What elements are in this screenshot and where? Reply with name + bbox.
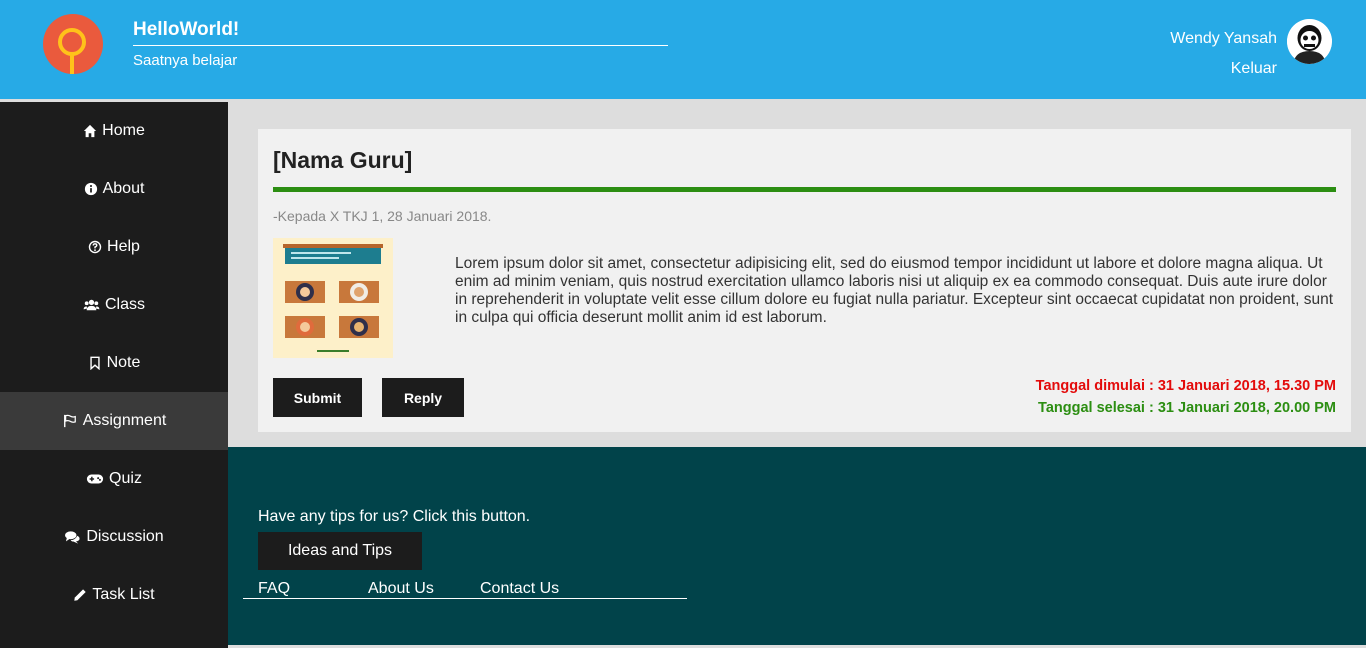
sidebar-item-discussion[interactable]: Discussion	[0, 508, 228, 566]
avatar[interactable]	[1287, 19, 1332, 64]
sidebar-item-label: Discussion	[86, 528, 164, 545]
sidebar-item-assignment[interactable]: Assignment	[0, 392, 228, 450]
sidebar-item-label: Help	[107, 238, 140, 255]
start-date: Tanggal dimulai : 31 Januari 2018, 15.30…	[1035, 378, 1336, 394]
sidebar-item-home[interactable]: Home	[0, 102, 228, 160]
pencil-icon	[74, 589, 87, 601]
sidebar-item-label: Note	[106, 354, 141, 371]
end-date: Tanggal selesai : 31 Januari 2018, 20.00…	[1038, 400, 1336, 416]
bookmark-icon	[89, 356, 100, 370]
avatar-image	[1287, 19, 1332, 64]
teacher-name: [Nama Guru]	[273, 147, 413, 173]
assignment-card: [Nama Guru] -Kepada X TKJ 1, 28 Januari …	[258, 129, 1351, 432]
footer-link-about-us[interactable]: About Us	[368, 580, 434, 598]
sidebar-item-task-list[interactable]: Task List	[0, 566, 228, 624]
logo-ring	[58, 28, 86, 56]
title-divider	[273, 187, 1336, 192]
site-title: HelloWorld!	[133, 19, 240, 40]
comments-icon	[65, 531, 80, 544]
post-meta: -Kepada X TKJ 1, 28 Januari 2018.	[273, 208, 492, 224]
gamepad-icon	[86, 474, 104, 484]
site-subtitle: Saatnya belajar	[133, 52, 238, 69]
sidebar-item-label: Home	[102, 122, 145, 139]
sidebar-item-label: About	[102, 180, 145, 197]
users-icon	[83, 299, 100, 311]
sidebar: Home About Help Class Note Assignment Qu…	[0, 102, 228, 648]
logo	[43, 14, 103, 74]
user-name: Wendy Yansah	[1170, 30, 1277, 47]
reply-button[interactable]: Reply	[382, 378, 464, 417]
header: HelloWorld! Saatnya belajar Wendy Yansah…	[0, 0, 1366, 99]
home-icon	[84, 124, 97, 138]
sidebar-item-label: Class	[104, 296, 145, 313]
sidebar-item-label: Assignment	[82, 412, 167, 429]
submit-button[interactable]: Submit	[273, 378, 362, 417]
logout-link[interactable]: Keluar	[1231, 60, 1277, 78]
sidebar-item-class[interactable]: Class	[0, 276, 228, 334]
sidebar-item-label: Task List	[92, 586, 155, 603]
logo-stick	[70, 55, 74, 74]
ideas-and-tips-button[interactable]: Ideas and Tips	[258, 532, 422, 570]
footer-tip-text: Have any tips for us? Click this button.	[258, 508, 531, 525]
info-icon	[84, 182, 97, 196]
sidebar-item-note[interactable]: Note	[0, 334, 228, 392]
post-body: Lorem ipsum dolor sit amet, consectetur …	[455, 255, 1333, 326]
sidebar-item-label: Quiz	[109, 470, 142, 487]
title-divider	[133, 45, 668, 46]
sidebar-item-help[interactable]: Help	[0, 218, 228, 276]
question-icon	[88, 240, 102, 254]
sidebar-item-about[interactable]: About	[0, 160, 228, 218]
sidebar-item-quiz[interactable]: Quiz	[0, 450, 228, 508]
classroom-image	[273, 238, 393, 358]
classroom-illustration	[273, 238, 393, 358]
footer-link-contact-us[interactable]: Contact Us	[480, 580, 559, 598]
footer: Have any tips for us? Click this button.…	[228, 447, 1366, 645]
flag-icon	[63, 414, 76, 428]
footer-link-faq[interactable]: FAQ	[258, 580, 290, 598]
footer-divider	[243, 598, 687, 599]
